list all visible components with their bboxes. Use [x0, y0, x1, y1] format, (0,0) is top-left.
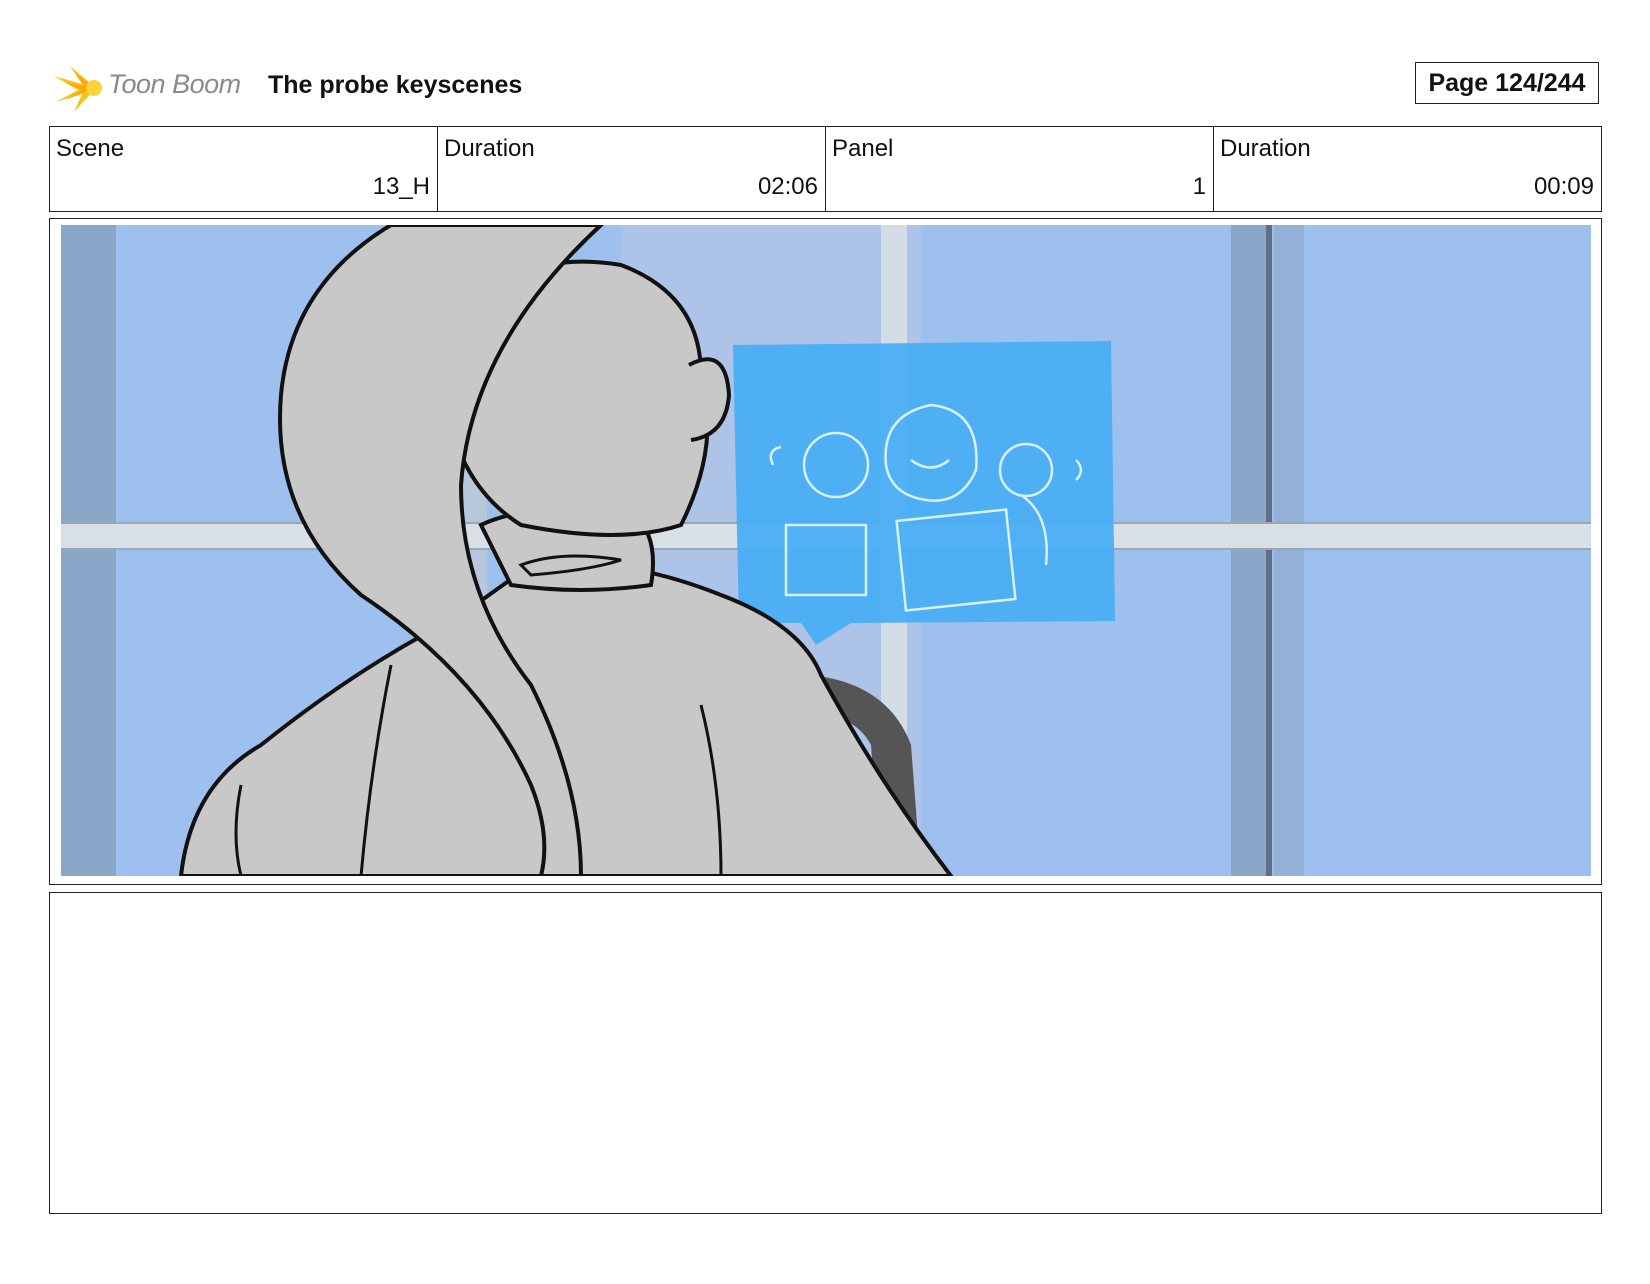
- panel-label: Panel: [832, 135, 894, 162]
- window-column-right-a: [1231, 225, 1269, 876]
- window-column-right-b: [1274, 225, 1304, 876]
- scene-duration-value: 02:06: [757, 173, 818, 200]
- scene-cell: Scene 13_H: [50, 127, 438, 211]
- panel-notes: [49, 892, 1602, 1214]
- starburst-icon: [54, 66, 102, 112]
- storyboard-panel: [49, 218, 1602, 885]
- scene-duration-label: Duration: [444, 135, 535, 162]
- panel-illustration: [61, 225, 1591, 876]
- toon-boom-logo: Toon Boom: [52, 58, 252, 118]
- panel-cell: Panel 1: [826, 127, 1214, 211]
- panel-value: 1: [1192, 173, 1206, 200]
- scene-info-table: Scene 13_H Duration 02:06 Panel 1 Durati…: [49, 126, 1602, 212]
- logo-wordmark: Toon Boom: [108, 69, 241, 99]
- scene-duration-cell: Duration 02:06: [438, 127, 826, 211]
- panel-duration-value: 00:09: [1533, 173, 1594, 200]
- window-column-edge: [1266, 225, 1272, 876]
- document-title: The probe keyscenes: [268, 71, 523, 99]
- hologram-screen: [733, 341, 1115, 645]
- scene-label: Scene: [56, 135, 125, 162]
- scene-value: 13_H: [372, 173, 430, 200]
- page-number: Page 124/244: [1415, 62, 1599, 104]
- panel-duration-cell: Duration 00:09: [1214, 127, 1601, 211]
- panel-drawing: [61, 225, 1591, 876]
- page-header: Toon Boom The probe keyscenes Page 124/2…: [52, 58, 1602, 118]
- window-column-left: [61, 225, 116, 876]
- panel-duration-label: Duration: [1220, 135, 1311, 162]
